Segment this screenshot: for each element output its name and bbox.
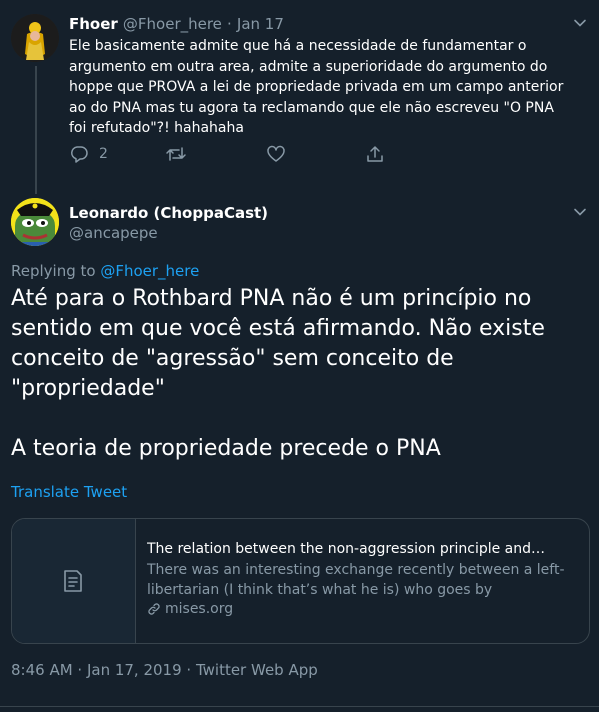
avatar[interactable] — [11, 14, 59, 62]
chevron-down-icon[interactable] — [573, 16, 587, 30]
card-thumbnail — [12, 519, 136, 643]
tweet-timestamp[interactable]: 8:46 AM · Jan 17, 2019 · Twitter Web App — [11, 661, 318, 679]
translate-tweet-link[interactable]: Translate Tweet — [11, 483, 127, 501]
card-title: The relation between the non-aggression … — [147, 541, 546, 557]
reply-count: 2 — [99, 146, 108, 162]
card-domain: mises.org — [147, 601, 587, 617]
like-action[interactable] — [266, 143, 286, 165]
reply-icon — [70, 146, 88, 163]
author-name[interactable]: Fhoer — [69, 15, 118, 33]
chevron-down-icon[interactable] — [573, 205, 587, 219]
share-action[interactable] — [365, 143, 385, 165]
link-icon — [148, 603, 160, 615]
main-tweet-text: Até para o Rothbard PNA não é um princíp… — [11, 284, 581, 464]
link-card[interactable]: The relation between the non-aggression … — [11, 518, 590, 644]
divider — [0, 706, 599, 707]
reply-action[interactable]: 2 — [69, 143, 108, 165]
replying-to-prefix: Replying to — [11, 262, 101, 280]
article-icon — [64, 570, 82, 592]
main-tweet-paragraph-1: Até para o Rothbard PNA não é um princíp… — [11, 286, 545, 401]
retweet-action[interactable] — [165, 143, 187, 165]
parent-tweet-header: Fhoer @Fhoer_here · Jan 17 — [69, 14, 284, 33]
card-domain-text: mises.org — [165, 601, 234, 617]
heart-icon — [267, 145, 285, 162]
share-icon — [367, 146, 383, 162]
date-separator: · — [227, 15, 232, 33]
author-handle[interactable]: @Fhoer_here — [123, 15, 222, 33]
card-body: The relation between the non-aggression … — [147, 541, 587, 617]
replying-to-link[interactable]: @Fhoer_here — [100, 262, 199, 280]
tweet-date[interactable]: Jan 17 — [237, 15, 284, 33]
main-tweet-paragraph-2: A teoria de propriedade precede o PNA — [11, 436, 441, 461]
avatar-pepe-image — [11, 198, 59, 246]
avatar-fhoer-image — [11, 14, 59, 62]
main-author-handle[interactable]: @ancapepe — [69, 224, 158, 242]
replying-to: Replying to @Fhoer_here — [11, 262, 199, 280]
retweet-icon — [166, 147, 186, 161]
thread-line — [35, 66, 37, 194]
parent-tweet-text: Ele basicamente admite que há a necessid… — [69, 38, 564, 136]
main-author-name[interactable]: Leonardo (ChoppaCast) — [69, 204, 268, 222]
avatar[interactable] — [11, 198, 59, 246]
card-description: There was an interesting exchange recent… — [147, 562, 565, 598]
